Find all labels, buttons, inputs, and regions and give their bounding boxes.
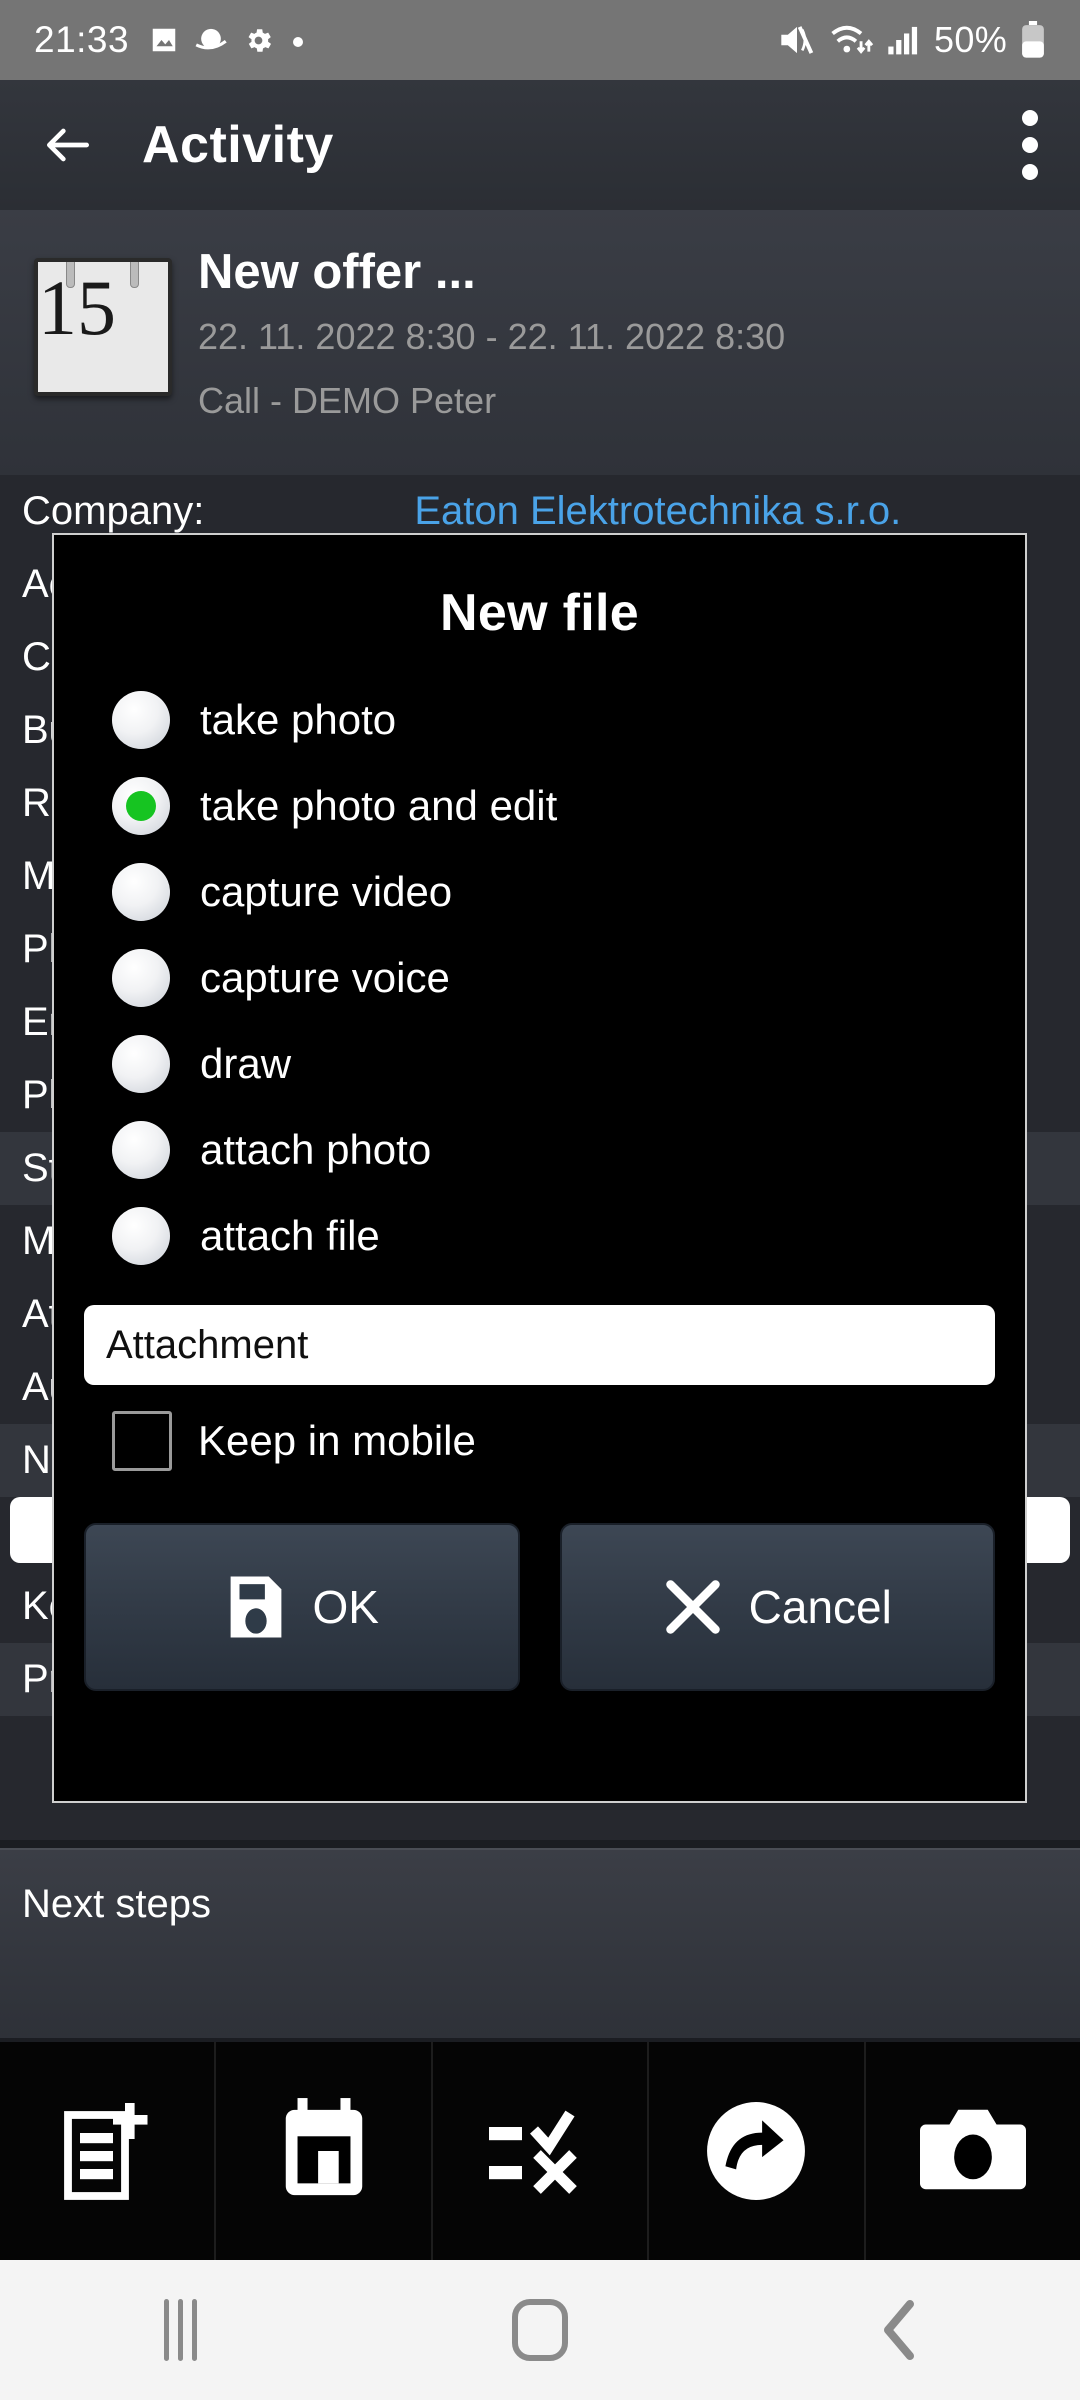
radio-button[interactable] bbox=[112, 949, 170, 1007]
form-row-label: Company: bbox=[22, 489, 205, 533]
radio-option[interactable]: take photo and edit bbox=[112, 763, 997, 849]
event-date-range: 22. 11. 2022 8:30 - 22. 11. 2022 8:30 bbox=[198, 315, 786, 357]
filename-input-value: Attachment bbox=[106, 1322, 309, 1367]
back-arrow-icon[interactable] bbox=[40, 117, 96, 173]
forward-button[interactable] bbox=[649, 2042, 866, 2260]
planet-icon bbox=[195, 25, 227, 55]
task-list-button[interactable] bbox=[433, 2042, 650, 2260]
add-note-icon bbox=[59, 2097, 155, 2205]
keep-in-mobile-checkbox[interactable] bbox=[112, 1411, 172, 1471]
radio-option-label: take photo and edit bbox=[200, 782, 558, 829]
home-icon bbox=[512, 2299, 568, 2361]
radio-option-label: take photo bbox=[200, 696, 397, 743]
mute-icon bbox=[777, 23, 817, 57]
camera-button[interactable] bbox=[866, 2042, 1080, 2260]
forward-circle-icon bbox=[704, 2099, 808, 2203]
form-row-label: M bbox=[22, 854, 56, 898]
new-file-dialog: New file take photo take photo and edit ca… bbox=[52, 533, 1027, 1803]
battery-percent: 50% bbox=[934, 19, 1007, 60]
radio-option-label: draw bbox=[200, 1040, 292, 1087]
status-bar: 21:33 50% bbox=[0, 0, 1080, 80]
save-icon bbox=[225, 1574, 287, 1640]
app-bar: Activity bbox=[0, 80, 1080, 210]
event-title: New offer ... bbox=[198, 245, 476, 299]
radio-option-label: capture voice bbox=[200, 954, 450, 1001]
cancel-button[interactable]: Cancel bbox=[559, 1523, 995, 1691]
status-system-icons: 50% bbox=[777, 19, 1046, 61]
keep-in-mobile-row[interactable]: Keep in mobile bbox=[82, 1411, 997, 1471]
battery-icon bbox=[1020, 21, 1046, 59]
radio-button[interactable] bbox=[112, 1035, 170, 1093]
close-icon bbox=[663, 1577, 723, 1637]
radio-option[interactable]: draw bbox=[112, 1021, 997, 1107]
task-list-icon bbox=[486, 2101, 594, 2201]
wifi-icon bbox=[830, 23, 874, 57]
form-row-value[interactable]: Eaton Elektrotechnika s.r.o. bbox=[414, 489, 901, 534]
bottom-toolbar bbox=[0, 2042, 1080, 2260]
page-title: Activity bbox=[142, 116, 334, 174]
calendar-day-number: 15 bbox=[38, 264, 116, 351]
filename-input[interactable]: Attachment bbox=[84, 1305, 995, 1385]
add-note-button[interactable] bbox=[0, 2042, 217, 2260]
signal-icon bbox=[887, 24, 921, 56]
ok-button[interactable]: OK bbox=[84, 1523, 520, 1691]
radio-button[interactable] bbox=[112, 691, 170, 749]
cancel-button-label: Cancel bbox=[748, 1581, 892, 1633]
status-clock: 21:33 bbox=[34, 19, 130, 60]
event-header-card[interactable]: 15 New offer ... 22. 11. 2022 8:30 - 22.… bbox=[0, 210, 1080, 475]
kebab-dot bbox=[1022, 164, 1038, 180]
radio-option[interactable]: capture video bbox=[112, 849, 997, 935]
radio-option[interactable]: attach photo bbox=[112, 1107, 997, 1193]
radio-button[interactable] bbox=[112, 777, 170, 835]
calendar-ring bbox=[66, 262, 75, 288]
event-text-block: New offer ... 22. 11. 2022 8:30 - 22. 11… bbox=[198, 240, 785, 475]
dot-icon bbox=[290, 32, 306, 48]
radio-selected-dot bbox=[126, 791, 156, 821]
next-steps-section[interactable]: Next steps bbox=[0, 1848, 1080, 2038]
calendar-icon: 15 bbox=[34, 258, 172, 396]
radio-button[interactable] bbox=[112, 863, 170, 921]
status-notification-icons bbox=[149, 25, 306, 56]
android-nav-bar bbox=[0, 2260, 1080, 2400]
event-subtitle: Call - DEMO Peter bbox=[198, 379, 497, 421]
calendar-button[interactable] bbox=[216, 2042, 433, 2260]
radio-option-label: attach photo bbox=[200, 1126, 432, 1173]
keep-in-mobile-label: Keep in mobile bbox=[198, 1417, 476, 1464]
file-source-radio-group: take photo take photo and edit capture vid… bbox=[82, 677, 997, 1279]
image-icon bbox=[149, 25, 179, 55]
calendar-icon bbox=[274, 2097, 374, 2205]
next-steps-label: Next steps bbox=[22, 1882, 211, 1926]
overflow-menu-icon[interactable] bbox=[1022, 110, 1040, 180]
home-button[interactable] bbox=[360, 2299, 720, 2361]
back-icon bbox=[881, 2298, 919, 2362]
dialog-button-row: OK Cancel bbox=[82, 1523, 997, 1691]
camera-icon bbox=[919, 2101, 1026, 2201]
kebab-dot bbox=[1022, 137, 1038, 153]
radio-option[interactable]: capture voice bbox=[112, 935, 997, 1021]
form-row-label: M bbox=[22, 1219, 56, 1263]
kebab-dot bbox=[1022, 110, 1038, 126]
dialog-title: New file bbox=[440, 584, 639, 642]
radio-button[interactable] bbox=[112, 1207, 170, 1265]
calendar-ring bbox=[130, 262, 139, 288]
recents-button[interactable] bbox=[0, 2299, 360, 2361]
radio-option-label: capture video bbox=[200, 868, 453, 915]
recents-icon bbox=[163, 2299, 197, 2361]
gear-icon bbox=[243, 25, 274, 56]
radio-option[interactable]: take photo bbox=[112, 677, 997, 763]
nav-back-button[interactable] bbox=[720, 2298, 1080, 2362]
radio-button[interactable] bbox=[112, 1121, 170, 1179]
radio-option-label: attach file bbox=[200, 1212, 380, 1259]
ok-button-label: OK bbox=[312, 1581, 379, 1633]
phone-screen: 21:33 50% Activity 15 New offer ... 22. … bbox=[0, 0, 1080, 2400]
radio-option[interactable]: attach file bbox=[112, 1193, 997, 1279]
